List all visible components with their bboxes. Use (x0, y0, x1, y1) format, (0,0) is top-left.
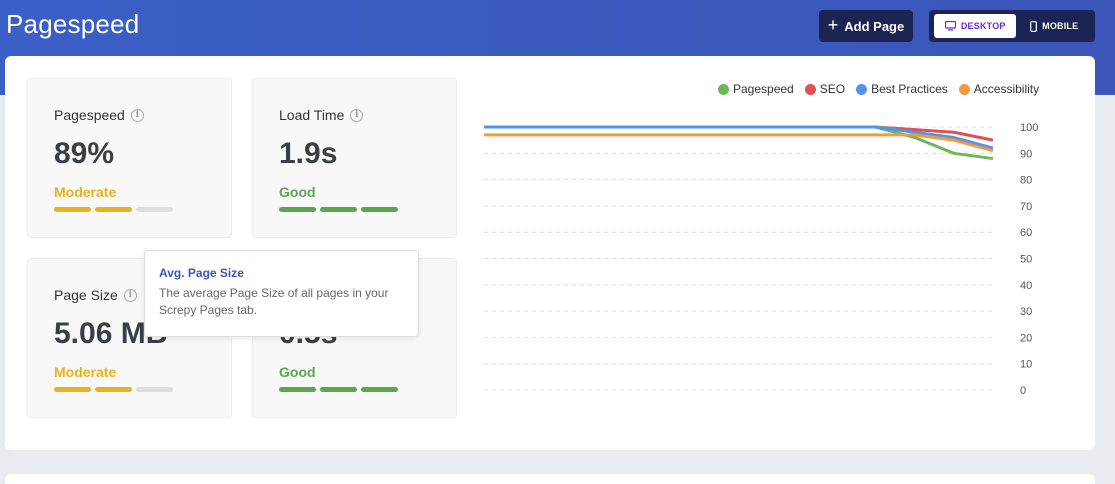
rating-bar-segment (95, 387, 132, 392)
rating-bar-segment (136, 387, 173, 392)
add-page-button[interactable]: + Add Page (819, 10, 913, 42)
rating-bars (54, 207, 173, 212)
card-value: 89% (54, 137, 115, 170)
y-tick-label: 90 (1020, 148, 1032, 160)
monitor-icon (944, 21, 956, 31)
legend-item-pagespeed[interactable]: Pagespeed (718, 82, 794, 96)
card-label: Pagespeed i (54, 107, 144, 123)
card-status: Moderate (54, 184, 117, 200)
rating-bar-segment (279, 207, 316, 212)
legend-label: Pagespeed (733, 82, 794, 96)
y-tick-label: 10 (1020, 359, 1032, 371)
load-time-card: Load Time i 1.9s Good (252, 78, 457, 238)
scores-line-chart: 1009080706050403020100 (484, 122, 1038, 397)
rating-bars (279, 207, 398, 212)
page-size-tooltip: Avg. Page Size The average Page Size of … (144, 250, 419, 337)
y-tick-label: 0 (1020, 385, 1026, 397)
mobile-toggle-button[interactable]: MOBILE (1018, 14, 1090, 38)
y-tick-label: 20 (1020, 332, 1032, 344)
legend-dot (804, 83, 816, 95)
legend-item-accessibility[interactable]: Accessibility (958, 82, 1040, 96)
rating-bar-segment (320, 387, 357, 392)
legend-label: Accessibility (973, 82, 1040, 96)
rating-bar-segment (136, 207, 173, 212)
rating-bars (54, 387, 173, 392)
card-label-text: Pagespeed (54, 107, 125, 123)
card-status: Moderate (54, 364, 117, 380)
tooltip-title: Avg. Page Size (159, 266, 244, 280)
info-icon[interactable]: i (350, 108, 364, 122)
rating-bar-segment (279, 387, 316, 392)
rating-bar-segment (361, 387, 398, 392)
card-status: Good (279, 184, 316, 200)
y-tick-label: 100 (1020, 122, 1038, 134)
plus-icon: + (827, 15, 839, 35)
page-title: Pagespeed (6, 9, 140, 39)
mobile-label: MOBILE (1042, 21, 1079, 31)
desktop-label: DESKTOP (960, 21, 1006, 31)
desktop-toggle-button[interactable]: DESKTOP (934, 14, 1017, 38)
legend-dot (958, 83, 970, 95)
y-tick-label: 30 (1020, 306, 1032, 318)
legend-dot (718, 83, 729, 95)
rating-bar-segment (54, 387, 91, 392)
y-tick-label: 40 (1020, 280, 1032, 292)
card-label-text: Load Time (279, 107, 345, 123)
card-value: 1.9s (279, 137, 338, 170)
add-page-label: Add Page (844, 18, 905, 34)
tooltip-text: The average Page Size of all pages in yo… (159, 286, 389, 317)
y-tick-label: 60 (1020, 227, 1032, 239)
legend-label: Best Practices (871, 82, 948, 96)
legend-dot (856, 83, 868, 95)
card-label: Load Time i (279, 107, 364, 123)
mobile-phone-icon (1030, 20, 1038, 32)
legend-item-seo[interactable]: SEO (804, 82, 846, 96)
card-label-text: Page Size (54, 287, 118, 303)
y-tick-label: 70 (1020, 201, 1032, 213)
rating-bar-segment (361, 207, 398, 212)
info-icon[interactable]: i (123, 288, 137, 302)
y-tick-label: 50 (1020, 254, 1032, 266)
info-icon[interactable]: i (130, 108, 144, 122)
rating-bar-segment (54, 207, 91, 212)
legend-label: SEO (819, 82, 846, 96)
y-tick-label: 80 (1020, 175, 1032, 187)
card-label: Page Size i (54, 287, 137, 303)
rating-bar-segment (95, 207, 132, 212)
device-toggle: DESKTOP MOBILE (929, 10, 1095, 42)
pagespeed-card: Pagespeed i 89% Moderate (27, 78, 232, 238)
chart-legend: Pagespeed SEO Best Practices Accessibili… (718, 82, 1039, 96)
legend-item-best-practices[interactable]: Best Practices (856, 82, 948, 96)
rating-bar-segment (320, 207, 357, 212)
card-status: Good (279, 364, 316, 380)
secondary-panel (5, 474, 1095, 484)
rating-bars (279, 387, 398, 392)
